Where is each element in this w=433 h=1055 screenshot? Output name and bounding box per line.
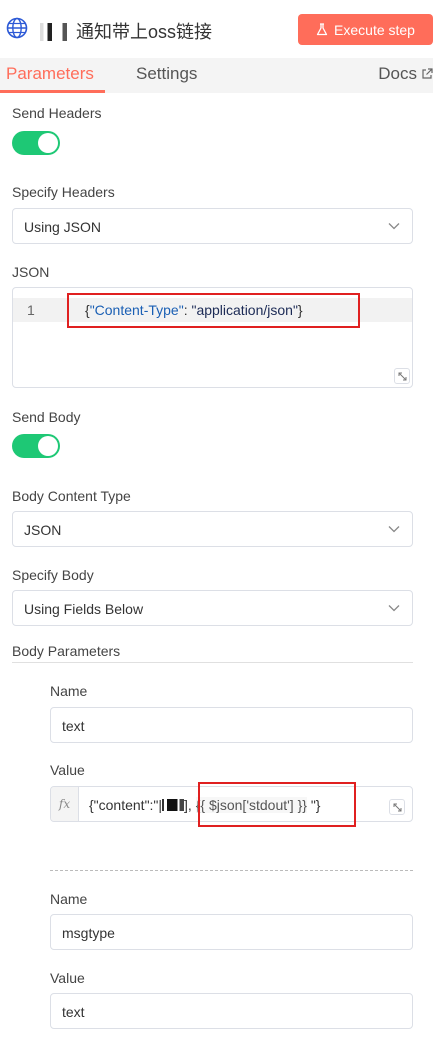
highlight-box-json [67,293,360,328]
param-value-label: Value [50,762,85,778]
chevron-down-icon [388,223,400,230]
toggle-knob [38,436,58,456]
execute-step-button[interactable]: Execute step [298,14,433,45]
body-parameters-label: Body Parameters [12,643,121,659]
json-label: JSON [12,264,50,280]
chevron-down-icon [388,605,400,612]
chevron-down-icon [388,526,400,533]
param-value-value: text [62,1004,85,1020]
tab-bar: Parameters Settings Docs [0,58,433,93]
param-name-input[interactable]: msgtype [50,914,413,950]
toggle-knob [38,133,58,153]
param-value-label: Value [50,970,85,986]
specify-headers-label: Specify Headers [12,184,115,200]
body-content-type-select[interactable]: JSON [12,511,413,547]
active-tab-indicator [0,90,105,93]
resize-icon [398,372,407,381]
expression-mid: ], [184,797,192,813]
resize-icon [393,803,402,812]
specify-body-select[interactable]: Using Fields Below [12,590,413,626]
node-title-text: 通知带上oss链接 [76,22,213,42]
param-name-value: msgtype [62,925,115,941]
param-name-label: Name [50,891,88,907]
execute-step-label: Execute step [334,21,415,38]
specify-body-value: Using Fields Below [24,601,144,617]
redacted-expression-part [162,799,185,811]
expand-editor-button[interactable] [394,368,410,384]
expression-prefix: {"content":"| [89,797,163,813]
send-body-toggle[interactable] [12,434,60,458]
tab-parameters[interactable]: Parameters [6,64,94,84]
send-body-label: Send Body [12,409,81,425]
specify-body-label: Specify Body [12,567,94,583]
node-header: 通知带上oss链接 Execute step [0,0,433,58]
docs-label: Docs [378,64,417,83]
param-name-value: text [62,718,85,734]
param-value-input[interactable]: text [50,993,413,1029]
body-content-type-label: Body Content Type [12,488,131,504]
highlight-box-expression [198,782,356,827]
param-name-input[interactable]: text [50,707,413,743]
specify-headers-select[interactable]: Using JSON [12,208,413,244]
external-link-icon [422,68,433,79]
send-headers-label: Send Headers [12,105,102,121]
line-number: 1 [27,302,35,318]
param-name-label: Name [50,683,88,699]
body-content-type-value: JSON [24,522,62,538]
section-divider [12,662,413,663]
node-title[interactable]: 通知带上oss链接 [36,18,212,44]
send-headers-toggle[interactable] [12,131,60,155]
expand-expression-button[interactable] [389,799,405,815]
redacted-title-prefix [36,23,74,41]
tab-settings[interactable]: Settings [136,64,197,84]
tab-docs[interactable]: Docs [378,64,433,84]
flask-icon [316,23,328,36]
globe-icon [6,17,28,39]
parameter-separator [50,870,413,871]
specify-headers-value: Using JSON [24,219,102,235]
fx-icon: fx [51,787,79,821]
